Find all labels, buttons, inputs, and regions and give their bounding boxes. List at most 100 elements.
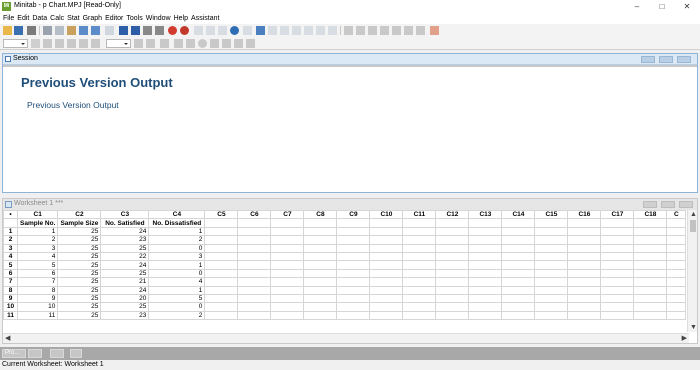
empty-cell[interactable] bbox=[501, 243, 536, 253]
empty-cell[interactable] bbox=[600, 302, 635, 312]
data-cell[interactable]: 0 bbox=[148, 243, 206, 253]
empty-cell[interactable] bbox=[666, 226, 687, 237]
empty-cell[interactable] bbox=[534, 243, 569, 253]
text-icon[interactable] bbox=[174, 39, 183, 48]
empty-cell[interactable] bbox=[633, 302, 668, 312]
polyline-icon[interactable] bbox=[234, 39, 243, 48]
empty-cell[interactable] bbox=[435, 251, 470, 262]
row-number[interactable]: 5 bbox=[3, 260, 18, 270]
empty-cell[interactable] bbox=[468, 226, 503, 237]
empty-cell[interactable] bbox=[534, 310, 569, 321]
column-id-header[interactable]: C3 bbox=[100, 209, 150, 220]
empty-cell[interactable] bbox=[303, 310, 338, 321]
empty-cell[interactable] bbox=[633, 260, 668, 270]
empty-cell[interactable] bbox=[567, 243, 602, 253]
empty-cell[interactable] bbox=[270, 293, 305, 304]
menu-assistant[interactable]: Assistant bbox=[191, 14, 219, 24]
data-cell[interactable]: 3 bbox=[16, 243, 59, 253]
delete-x-icon[interactable] bbox=[134, 39, 143, 48]
data-cell[interactable]: 5 bbox=[16, 260, 59, 270]
data-cell[interactable]: 1 bbox=[148, 226, 206, 237]
menu-help[interactable]: Help bbox=[174, 14, 188, 24]
column-name-cell[interactable] bbox=[402, 218, 437, 228]
empty-cell[interactable] bbox=[633, 310, 668, 321]
undo-icon[interactable] bbox=[79, 26, 88, 35]
column-id-header[interactable]: C8 bbox=[303, 209, 338, 220]
empty-cell[interactable] bbox=[501, 310, 536, 321]
empty-cell[interactable] bbox=[336, 285, 371, 295]
empty-cell[interactable] bbox=[468, 293, 503, 304]
empty-cell[interactable] bbox=[237, 277, 272, 287]
empty-cell[interactable] bbox=[303, 260, 338, 270]
row-number[interactable]: 8 bbox=[3, 285, 18, 295]
empty-cell[interactable] bbox=[534, 251, 569, 262]
empty-cell[interactable] bbox=[468, 268, 503, 279]
report-pad-icon[interactable] bbox=[256, 26, 265, 35]
empty-cell[interactable] bbox=[402, 226, 437, 237]
data-cell[interactable]: 25 bbox=[57, 260, 102, 270]
row-number[interactable]: 10 bbox=[3, 302, 18, 312]
column-name-cell[interactable]: Sample Size bbox=[57, 218, 102, 228]
empty-cell[interactable] bbox=[369, 310, 404, 321]
empty-cell[interactable] bbox=[666, 277, 687, 287]
empty-cell[interactable] bbox=[336, 251, 371, 262]
data-cell[interactable]: 25 bbox=[57, 235, 102, 245]
minimized-window-tab[interactable] bbox=[70, 349, 82, 358]
layout-tool-icon[interactable] bbox=[328, 26, 337, 35]
font-dropdown[interactable] bbox=[3, 39, 28, 48]
brush-tool-icon[interactable] bbox=[55, 39, 64, 48]
column-name-cell[interactable]: No. Satisfied bbox=[100, 218, 150, 228]
empty-cell[interactable] bbox=[270, 260, 305, 270]
empty-cell[interactable] bbox=[270, 243, 305, 253]
empty-cell[interactable] bbox=[600, 251, 635, 262]
data-cell[interactable]: 25 bbox=[57, 226, 102, 237]
empty-cell[interactable] bbox=[600, 226, 635, 237]
graph-icon[interactable] bbox=[304, 26, 313, 35]
column-name-cell[interactable] bbox=[534, 218, 569, 228]
empty-cell[interactable] bbox=[336, 293, 371, 304]
empty-cell[interactable] bbox=[534, 293, 569, 304]
empty-cell[interactable] bbox=[633, 277, 668, 287]
save-icon[interactable] bbox=[14, 26, 23, 35]
empty-cell[interactable] bbox=[369, 260, 404, 270]
row-number[interactable]: 1 bbox=[3, 226, 18, 237]
empty-cell[interactable] bbox=[204, 293, 239, 304]
menu-edit[interactable]: Edit bbox=[17, 14, 29, 24]
empty-cell[interactable] bbox=[402, 268, 437, 279]
empty-cell[interactable] bbox=[501, 302, 536, 312]
data-cell[interactable]: 25 bbox=[100, 243, 150, 253]
empty-cell[interactable] bbox=[501, 226, 536, 237]
menu-calc[interactable]: Calc bbox=[50, 14, 64, 24]
empty-cell[interactable] bbox=[237, 285, 272, 295]
empty-cell[interactable] bbox=[237, 243, 272, 253]
empty-cell[interactable] bbox=[336, 260, 371, 270]
data-cell[interactable]: 25 bbox=[57, 310, 102, 321]
column-name-cell[interactable] bbox=[633, 218, 668, 228]
empty-cell[interactable] bbox=[336, 277, 371, 287]
minimize-button[interactable]: – bbox=[630, 1, 644, 12]
grid-icon[interactable] bbox=[316, 26, 325, 35]
empty-cell[interactable] bbox=[336, 268, 371, 279]
menu-editor[interactable]: Editor bbox=[105, 14, 123, 24]
menu-data[interactable]: Data bbox=[32, 14, 47, 24]
empty-cell[interactable] bbox=[204, 302, 239, 312]
empty-cell[interactable] bbox=[369, 243, 404, 253]
data-cell[interactable]: 25 bbox=[57, 243, 102, 253]
empty-cell[interactable] bbox=[534, 285, 569, 295]
empty-cell[interactable] bbox=[402, 277, 437, 287]
data-cell[interactable]: 4 bbox=[148, 277, 206, 287]
corner-cell[interactable]: • bbox=[3, 209, 18, 220]
empty-cell[interactable] bbox=[369, 285, 404, 295]
empty-cell[interactable] bbox=[468, 277, 503, 287]
flag-icon[interactable] bbox=[79, 39, 88, 48]
paste-icon[interactable] bbox=[67, 26, 76, 35]
empty-cell[interactable] bbox=[237, 310, 272, 321]
empty-cell[interactable] bbox=[534, 277, 569, 287]
worksheet-restore-button[interactable] bbox=[661, 201, 675, 208]
column-id-header[interactable]: C18 bbox=[633, 209, 668, 220]
empty-cell[interactable] bbox=[204, 277, 239, 287]
dot-icon[interactable] bbox=[222, 39, 231, 48]
open-icon[interactable] bbox=[3, 26, 12, 35]
empty-cell[interactable] bbox=[567, 293, 602, 304]
empty-cell[interactable] bbox=[402, 310, 437, 321]
